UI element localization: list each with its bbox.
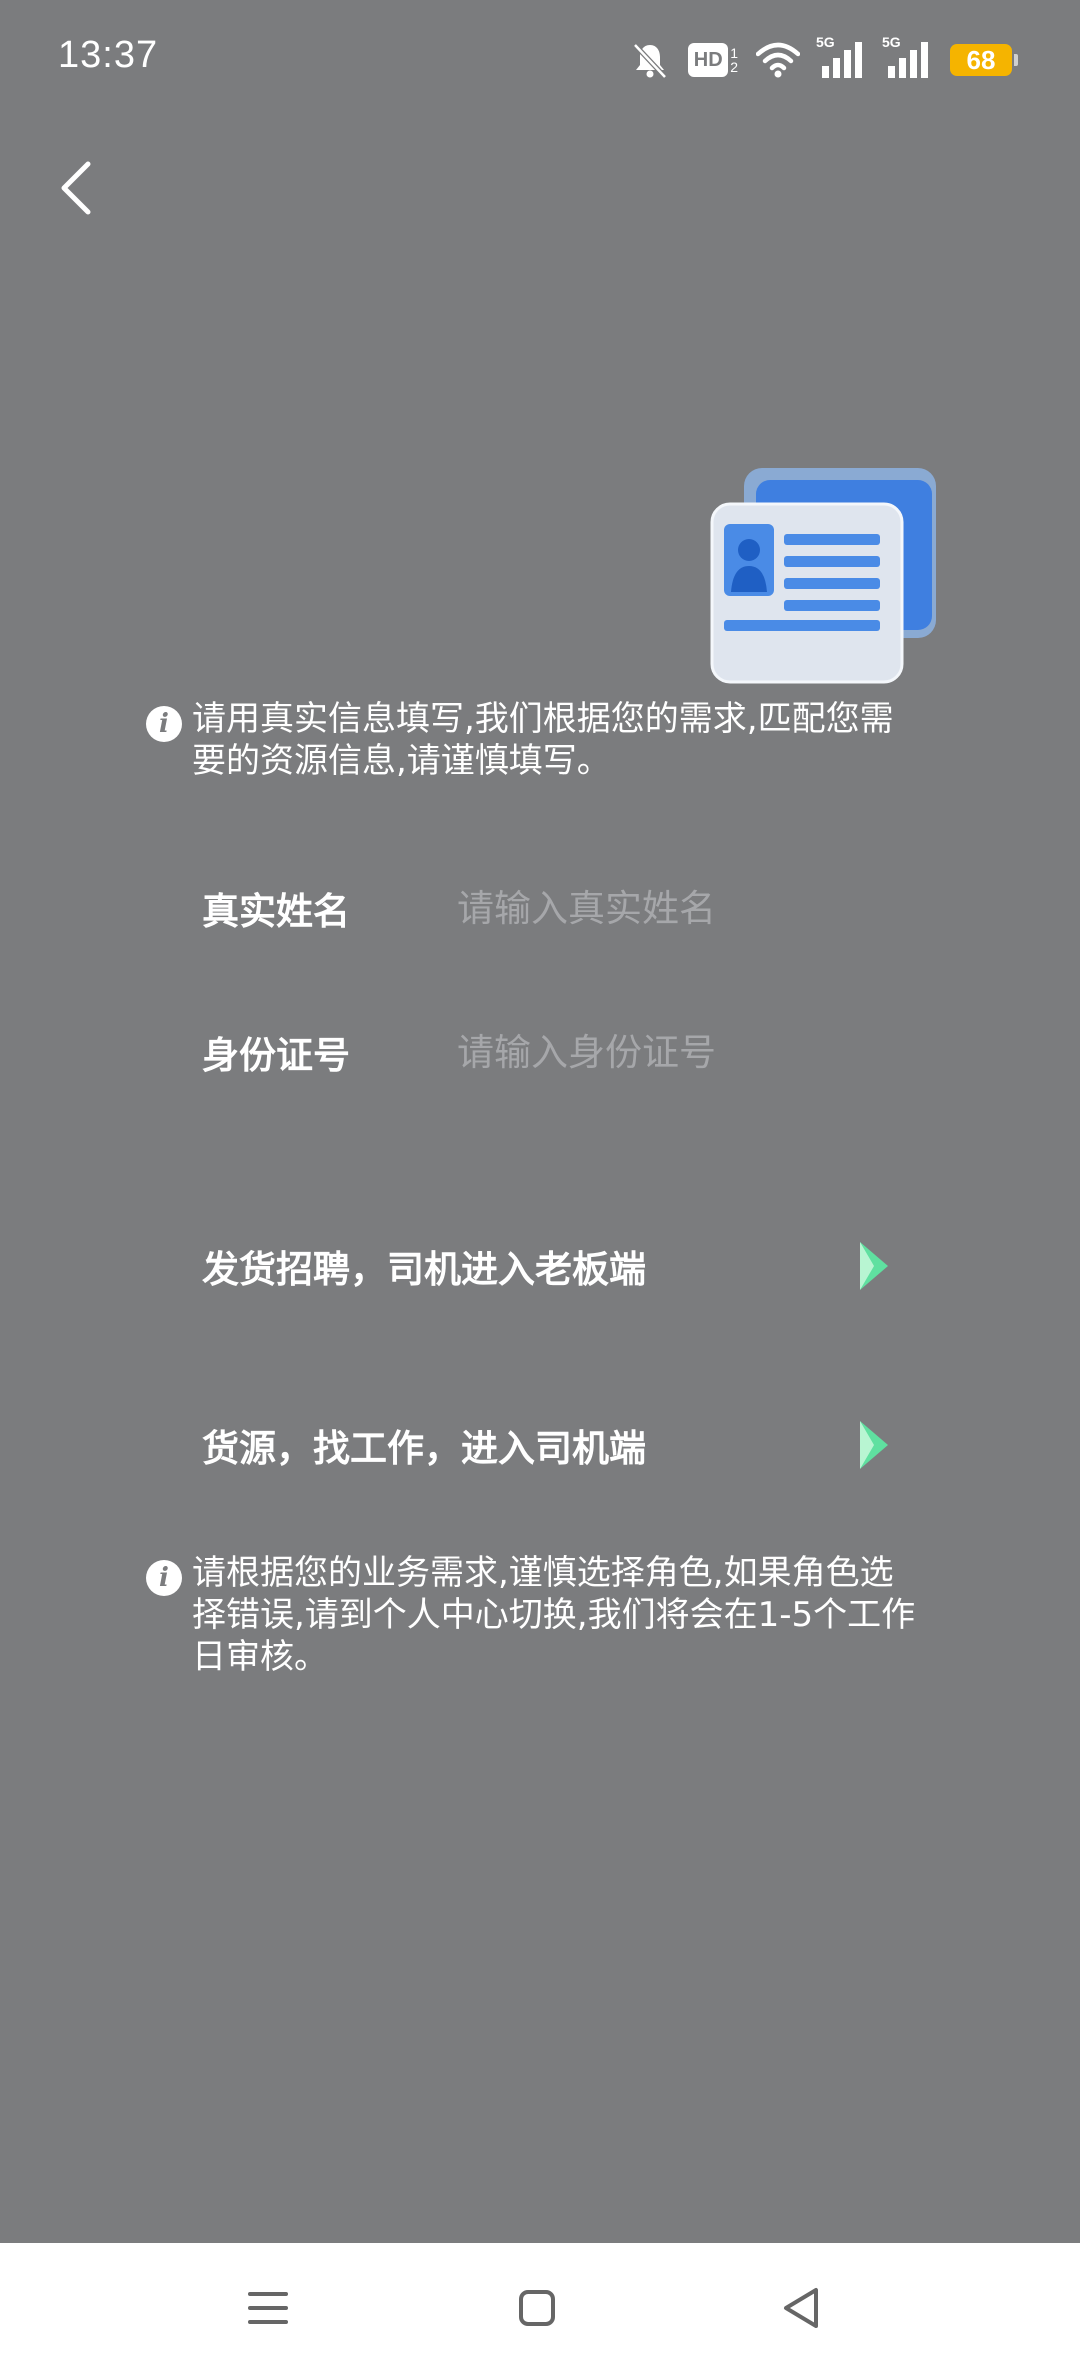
- real-name-input[interactable]: [457, 878, 922, 938]
- chevron-right-icon: [860, 1421, 888, 1469]
- notice-fill-real-info: i 请用真实信息填写,我们根据您的需求,匹配您需要的资源信息,请谨慎填写。: [146, 698, 926, 782]
- menu-icon: [248, 2292, 288, 2324]
- real-name-row: 真实姓名: [202, 868, 922, 948]
- signal-label-2: 5G: [882, 34, 901, 50]
- role-boss-option[interactable]: 发货招聘，司机进入老板端: [202, 1211, 892, 1321]
- id-number-input[interactable]: [457, 1022, 922, 1082]
- nav-back-button[interactable]: [762, 2273, 842, 2343]
- notice-choose-role: i 请根据您的业务需求,谨慎选择角色,如果角色选择错误,请到个人中心切换,我们将…: [146, 1552, 926, 1678]
- hd-sub: 1 2: [730, 45, 738, 75]
- id-card-illustration: [706, 462, 946, 692]
- hd-icon: HD 1 2: [688, 43, 738, 77]
- info-icon: i: [146, 706, 182, 742]
- id-number-label: 身份证号: [202, 1034, 350, 1077]
- home-square-icon: [519, 2290, 555, 2326]
- signal-5g-icon-2: 5G: [882, 34, 932, 80]
- id-number-row: 身份证号: [202, 1012, 922, 1092]
- back-button[interactable]: [36, 148, 116, 228]
- role-boss-label: 发货招聘，司机进入老板端: [202, 1248, 646, 1291]
- hd-badge: HD: [688, 43, 729, 77]
- status-icons: HD 1 2 5G 5G 68: [630, 34, 1018, 84]
- chevron-left-icon: [61, 161, 91, 215]
- info-icon: i: [146, 1560, 182, 1596]
- signal-5g-icon: 5G: [816, 34, 866, 80]
- wifi-icon: [756, 42, 800, 78]
- role-driver-label: 货源，找工作，进入司机端: [202, 1427, 646, 1470]
- notice-text: 请根据您的业务需求,谨慎选择角色,如果角色选择错误,请到个人中心切换,我们将会在…: [192, 1553, 916, 1677]
- battery-icon: 68: [950, 44, 1018, 76]
- back-triangle-icon: [784, 2288, 818, 2328]
- status-time: 13:37: [58, 34, 159, 76]
- notice-text: 请用真实信息填写,我们根据您的需求,匹配您需要的资源信息,请谨慎填写。: [192, 699, 894, 781]
- bell-muted-icon: [630, 40, 670, 80]
- real-name-label: 真实姓名: [202, 890, 350, 933]
- identity-verification-screen: 13:37 HD 1 2 5G 5G 68 i 请用真实信息填写,我们根据您的需…: [0, 0, 1080, 2376]
- nav-menu-button[interactable]: [228, 2273, 308, 2343]
- status-bar: 13:37 HD 1 2 5G 5G 68: [0, 0, 1080, 120]
- role-driver-option[interactable]: 货源，找工作，进入司机端: [202, 1390, 892, 1500]
- system-nav-bar: [0, 2243, 1080, 2376]
- signal-label-1: 5G: [816, 34, 835, 50]
- chevron-right-icon: [860, 1242, 888, 1290]
- nav-home-button[interactable]: [497, 2273, 577, 2343]
